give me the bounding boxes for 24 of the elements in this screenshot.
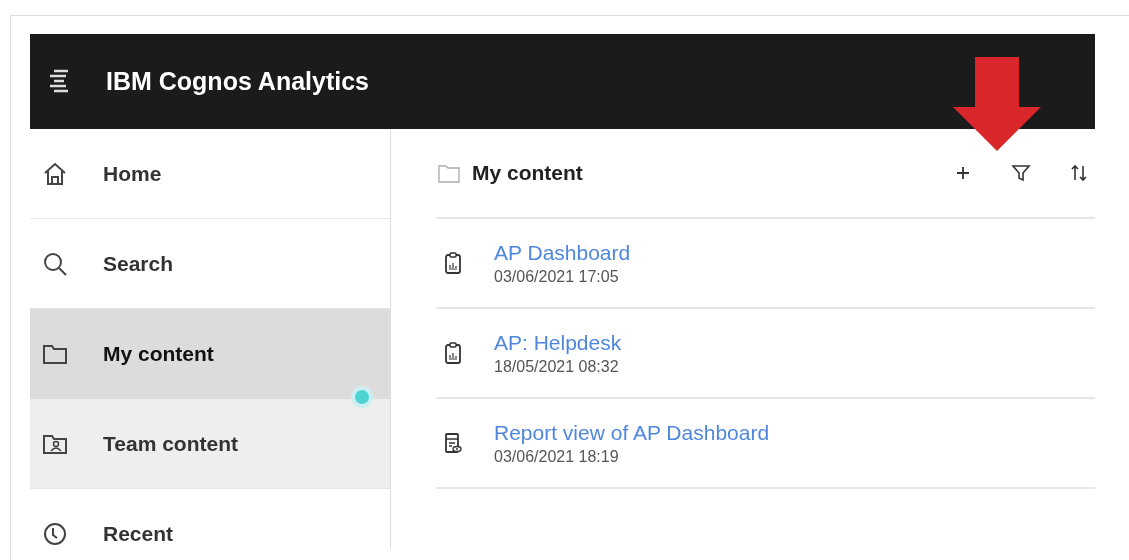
folder-icon <box>438 163 460 183</box>
content-link[interactable]: AP Dashboard <box>494 240 631 265</box>
sidebar-item[interactable]: My content <box>30 309 390 399</box>
modified-date: 03/06/2021 18:19 <box>494 447 620 466</box>
app-title: IBM Cognos Analytics <box>106 67 369 96</box>
clipboard-icon <box>444 251 462 275</box>
clipboard-icon <box>444 341 462 365</box>
content-link[interactable]: AP: Helpdesk <box>494 330 622 355</box>
search-icon <box>42 250 68 277</box>
cursor-icon <box>350 385 374 409</box>
content-link[interactable]: Report view of AP Dashboard <box>494 420 770 445</box>
content-title: My content <box>472 161 584 185</box>
sidebar-item-label: Home <box>103 161 162 186</box>
modified-date: 18/05/2021 08:32 <box>494 357 620 376</box>
modified-date: 03/06/2021 17:05 <box>494 267 620 286</box>
clock-icon <box>42 520 68 547</box>
home-icon <box>42 160 68 187</box>
sidebar-item-label: My content <box>103 341 214 366</box>
sidebar-item-label: Search <box>103 251 174 276</box>
sidebar-item[interactable]: Team content <box>30 399 390 489</box>
sidebar-item-label: Team content <box>103 431 238 456</box>
filter-icon <box>1010 162 1032 184</box>
report-view-icon <box>444 431 462 455</box>
sidebar-item-label: Recent <box>103 521 174 546</box>
